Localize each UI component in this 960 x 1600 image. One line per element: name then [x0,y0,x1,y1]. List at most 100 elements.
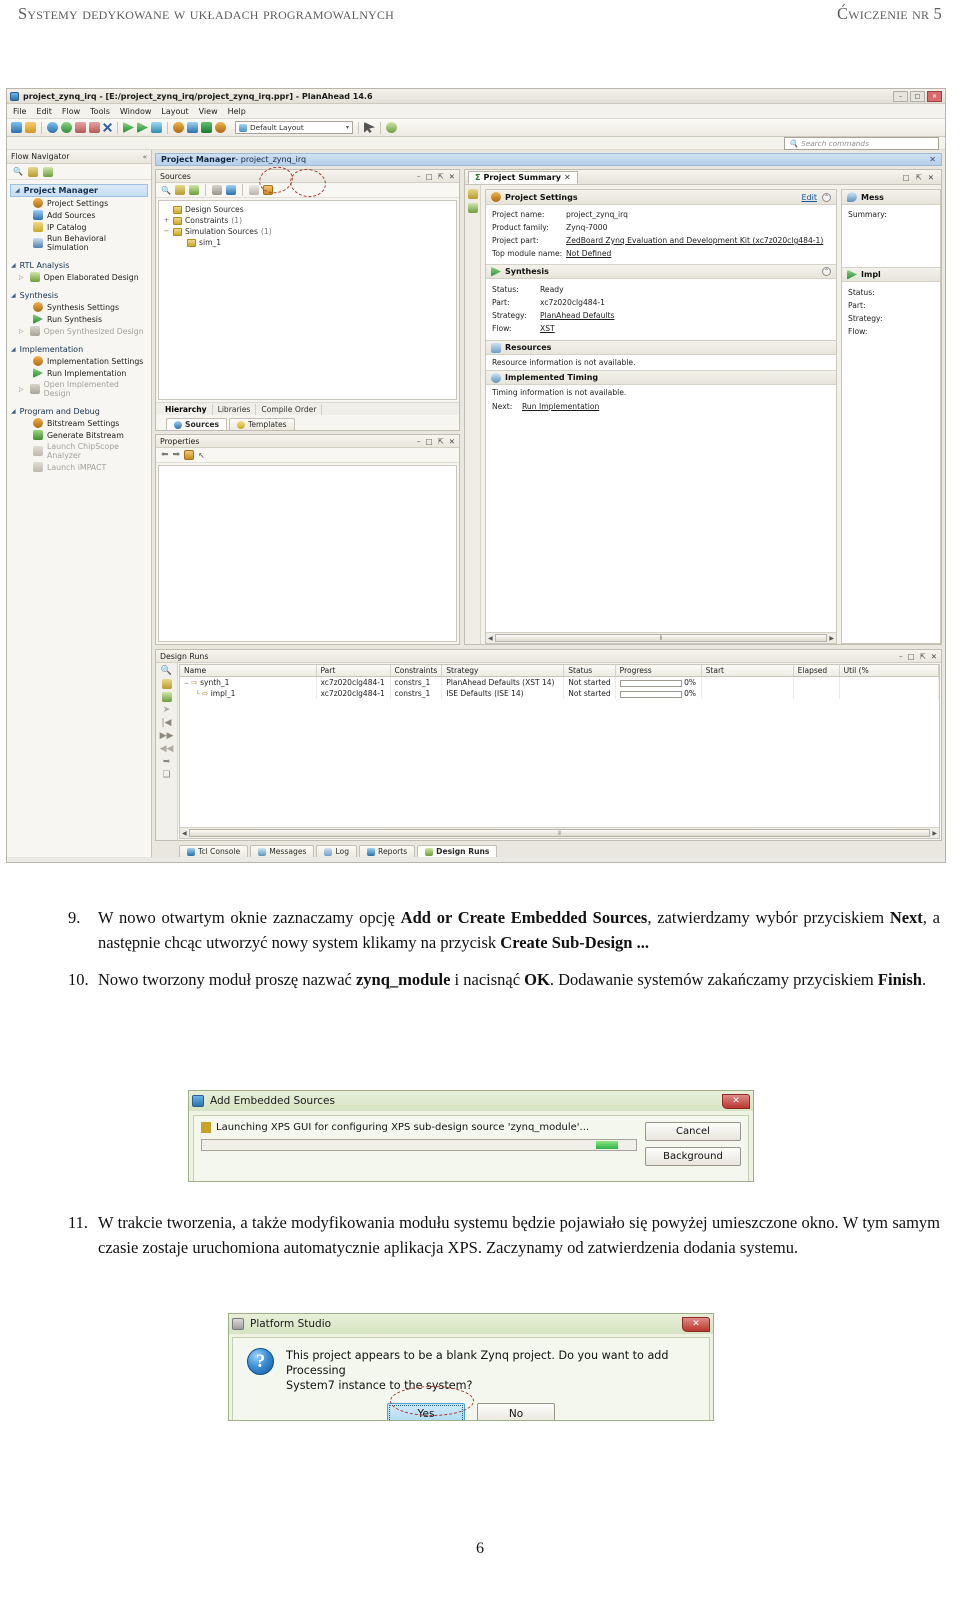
runs-column-header[interactable]: Progress [615,665,702,677]
minimize-icon[interactable]: – [417,437,421,446]
sources-toolbar[interactable]: 🔍 [156,183,459,198]
sources-tab-libraries[interactable]: Libraries [213,404,257,415]
main-toolbar[interactable]: Default Layout ▾ 🔍 Search commands [7,119,945,150]
expand-all-icon[interactable] [467,203,478,213]
runs-column-header[interactable]: Status [563,665,616,677]
design-runs-rail[interactable]: 🔍 ➤ |◀ ▶▶ ◀◀ ➥ ❏ [156,663,178,840]
close-icon[interactable]: ✕ [928,173,934,182]
close-icon[interactable]: ✕ [449,437,455,446]
add-sources-icon[interactable] [211,185,222,195]
tab-project-summary[interactable]: Σ Project Summary ✕ [468,170,578,184]
status-tab-messages[interactable]: Messages [250,845,315,857]
runs-column-header[interactable]: Elapsed [793,665,840,677]
tools-icon[interactable] [187,122,198,133]
help-icon[interactable] [386,122,397,133]
scroll-right-icon[interactable]: ▶ [932,830,937,837]
new-project-icon[interactable] [11,122,22,133]
table-row[interactable]: └ ⇨ impl_1 xc7z020clg484-1 constrs_1 ISE De… [180,688,940,699]
minimize-icon[interactable]: – [417,172,421,181]
runs-column-header[interactable]: Part [316,665,391,677]
collapse-all-icon[interactable] [27,166,38,177]
collapse-all-icon[interactable] [174,185,185,195]
flow-nav-item-run-synthesis[interactable]: Run Synthesis [7,313,151,325]
flow-navigator-list[interactable]: ◢ Project Manager Project Settings Add Sour… [7,180,151,857]
runs-column-header[interactable]: Start [701,665,794,677]
expand-arrow-icon[interactable]: ▷ [19,328,24,335]
runs-horizontal-scrollbar[interactable]: ◀ ⦀ ▶ [180,827,939,838]
runs-column-header[interactable]: Constraints [390,665,443,677]
float-icon[interactable]: ⇱ [438,437,444,446]
flow-nav-item-open-elaborated-design[interactable]: ▷ Open Elaborated Design [7,271,151,283]
status-bar-tabs[interactable]: Tcl Console Messages Log Reports Design Runs [155,841,942,857]
status-tab-tcl-console[interactable]: Tcl Console [179,845,249,857]
chevron-down-icon[interactable]: ▾ [346,124,349,131]
project-summary-icon[interactable] [201,122,212,133]
run-implementation-link[interactable]: Run Implementation [522,401,599,412]
runs-column-header[interactable]: Strategy [441,665,565,677]
flow-nav-item-implementation-settings[interactable]: Implementation Settings [7,355,151,367]
summary-row-value[interactable]: XST [540,323,555,334]
back-arrow-icon[interactable]: ⬅ [161,450,169,460]
tree-expander-icon[interactable]: └ [196,691,200,698]
properties-settings-icon[interactable] [184,450,195,460]
summary-horizontal-scrollbar[interactable]: ◀ ⦀ ▶ [486,632,836,643]
flow-nav-group-project-manager[interactable]: ◢ Project Manager [10,184,148,197]
run-implementation-icon[interactable] [137,122,148,133]
sources-tree[interactable]: Design Sources + Constraints (1) − Simulation… [158,200,457,400]
menu-item-view[interactable]: View [199,107,218,116]
options-icon[interactable] [215,122,226,133]
status-tab-log[interactable]: Log [316,845,358,857]
summary-row-value[interactable]: Not Defined [566,248,611,259]
summary-row-value[interactable]: PlanAhead Defaults [540,310,614,321]
flow-nav-group-synthesis[interactable]: ◢ Synthesis [7,290,151,301]
chevron-down-icon[interactable]: ◢ [11,346,16,353]
layout-combo[interactable]: Default Layout ▾ [235,121,353,134]
run-name-cell[interactable]: └ ⇨ impl_1 [180,688,317,699]
search-icon[interactable]: 🔍 [161,666,172,676]
flow-nav-group-rtl-analysis[interactable]: ◢ RTL Analysis [7,260,151,271]
flow-nav-item-launch-impact[interactable]: Launch iMPACT [7,461,151,473]
cancel-button[interactable]: Cancel [645,1122,741,1141]
menu-item-edit[interactable]: Edit [36,107,52,116]
close-button[interactable]: ✕ [682,1316,710,1332]
background-button[interactable]: Background [645,1147,741,1166]
expand-all-icon[interactable] [188,185,199,195]
chevron-down-icon[interactable]: ◢ [11,408,16,415]
menu-item-file[interactable]: File [13,107,26,116]
expand-arrow-icon[interactable]: ▷ [19,274,24,281]
menu-bar[interactable]: File Edit Flow Tools Window Layout View … [7,104,945,119]
float-icon[interactable]: ⇱ [920,652,926,661]
run-name-cell[interactable]: − ⇨ synth_1 [180,676,317,688]
flow-nav-group-implementation[interactable]: ◢ Implementation [7,344,151,355]
section-actions[interactable]: Edit ⌃ [802,192,831,202]
flow-nav-item-bitstream-settings[interactable]: Bitstream Settings [7,417,151,429]
scroll-left-icon[interactable]: ◀ [182,830,187,837]
chevron-down-icon[interactable]: ◢ [15,187,20,194]
close-icon[interactable]: ✕ [931,652,937,661]
settings-icon[interactable] [173,122,184,133]
flow-nav-item-synthesis-settings[interactable]: Synthesis Settings [7,301,151,313]
reset-runs-icon[interactable]: |◀ [162,718,172,728]
flow-nav-group-program-and-debug[interactable]: ◢ Program and Debug [7,406,151,417]
flow-navigator-toolbar[interactable]: 🔍 [7,164,151,180]
edit-link[interactable]: Edit [802,193,818,202]
copy-run-icon[interactable]: ❏ [162,770,170,780]
summary-row-value[interactable]: ZedBoard Zynq Evaluation and Development… [566,235,823,246]
project-summary-rail[interactable] [465,185,481,644]
scroll-right-icon[interactable]: ▶ [829,635,834,642]
forward-arrow-icon[interactable]: ➡ [173,450,181,460]
project-summary-controls[interactable]: □ ⇱ ✕ [903,173,938,182]
table-row[interactable]: − ⇨ synth_1 xc7z020clg484-1 constrs_1 PlanA… [180,676,940,688]
scrollbar-thumb[interactable]: ⦀ [494,634,828,642]
maximize-icon[interactable]: □ [903,173,910,182]
properties-toolbar[interactable]: ⬅ ➡ ↖ [156,448,459,463]
sources-tab-hierarchy[interactable]: Hierarchy [160,404,213,415]
flow-navigator-collapse[interactable]: « [143,153,147,161]
minimize-button[interactable]: – [893,90,908,102]
menu-item-window[interactable]: Window [120,107,152,116]
minimize-icon[interactable]: – [899,652,903,661]
chevron-down-icon[interactable]: ◢ [11,292,16,299]
source-tree-node[interactable]: − Simulation Sources (1) [163,226,452,237]
scroll-left-icon[interactable]: ◀ [488,635,493,642]
source-tree-node[interactable]: + Constraints (1) [163,215,452,226]
